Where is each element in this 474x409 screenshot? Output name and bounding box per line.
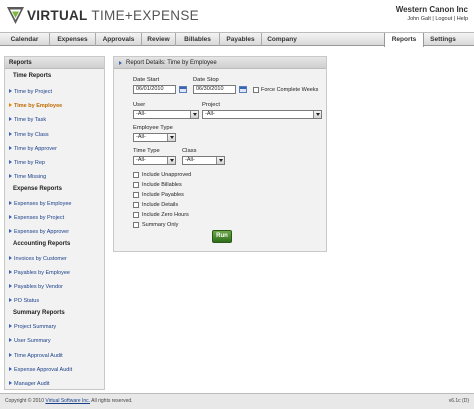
calendar-icon[interactable] (179, 86, 187, 93)
bullet-icon (9, 381, 12, 385)
tab-calendar[interactable]: Calendar (0, 33, 50, 46)
brand-name: VIRTUAL TIME+EXPENSE (27, 8, 199, 23)
page-footer: Copyright © 2010 Virtual Software Inc. A… (0, 393, 474, 409)
tab-billables[interactable]: Billables (176, 33, 220, 46)
bullet-icon (9, 215, 12, 219)
class-label: Class (182, 148, 197, 154)
include-unapproved-checkbox[interactable] (133, 172, 139, 178)
summary-only-checkbox[interactable] (133, 222, 139, 228)
summary-only-label: Summary Only (142, 222, 179, 228)
bullet-icon (9, 146, 12, 150)
bullet-icon (9, 201, 12, 205)
user-select[interactable]: -All- (133, 110, 199, 119)
chevron-down-icon (190, 111, 198, 118)
run-button[interactable]: Run (212, 230, 232, 243)
tab-settings[interactable]: Settings (424, 33, 462, 46)
time-type-select[interactable]: -All- (133, 156, 176, 165)
chevron-down-icon (216, 157, 224, 164)
copyright: Copyright © 2010 Virtual Software Inc. A… (5, 398, 133, 404)
panel-arrow-icon (119, 60, 122, 65)
force-complete-weeks-checkbox[interactable] (253, 87, 259, 93)
include-payables-label: Include Payables (142, 192, 184, 198)
bullet-icon (9, 324, 12, 328)
bullet-icon (9, 160, 12, 164)
include-billables-checkbox[interactable] (133, 182, 139, 188)
include-unapproved-label: Include Unapproved (142, 172, 192, 178)
include-zero-hours-label: Include Zero Hours (142, 212, 189, 218)
company-link[interactable]: Virtual Software Inc. (45, 398, 90, 404)
section-title-expense: Expense Reports (13, 186, 63, 192)
tab-expenses[interactable]: Expenses (50, 33, 96, 46)
app-header: VIRTUAL TIME+EXPENSE Western Canon Inc J… (0, 0, 474, 31)
logo-icon (7, 7, 24, 24)
force-complete-weeks-label: Force Complete Weeks (261, 87, 319, 93)
chevron-down-icon (313, 111, 321, 118)
include-zero-hours-checkbox[interactable] (133, 212, 139, 218)
reports-sidebar: Reports Time Reports Time by Project Tim… (4, 56, 105, 390)
tab-approvals[interactable]: Approvals (96, 33, 142, 46)
bullet-icon (9, 229, 12, 233)
separator: | (432, 16, 434, 22)
section-title-time: Time Reports (13, 73, 52, 79)
bullet-icon (9, 132, 12, 136)
class-select[interactable]: -All- (182, 156, 225, 165)
tab-reports[interactable]: Reports (384, 33, 424, 47)
bullet-icon (9, 298, 12, 302)
bullet-icon (9, 284, 12, 288)
version-label: v6.1c (D) (448, 398, 469, 404)
bullet-icon (9, 338, 12, 342)
bullet-icon (9, 367, 12, 371)
section-title-summary: Summary Reports (13, 310, 65, 316)
company-name: Western Canon Inc (395, 5, 468, 14)
include-billables-label: Include Billables (142, 182, 182, 188)
bullet-icon (9, 117, 12, 121)
user-links: John Galt | Logout | Help (407, 16, 468, 22)
logout-link[interactable]: Logout (435, 16, 452, 22)
user-label: User (133, 102, 146, 108)
bullet-icon (9, 256, 12, 260)
calendar-icon[interactable] (239, 86, 247, 93)
sidebar-title: Reports (5, 57, 104, 69)
separator: | (453, 16, 456, 22)
bullet-icon (9, 353, 12, 357)
project-select[interactable]: -All- (202, 110, 322, 119)
date-stop-input[interactable]: 06/30/2010 (193, 85, 236, 94)
bullet-icon (9, 270, 12, 274)
tab-payables[interactable]: Payables (220, 33, 262, 46)
include-details-checkbox[interactable] (133, 202, 139, 208)
date-start-input[interactable]: 06/01/2010 (133, 85, 176, 94)
help-link[interactable]: Help (457, 16, 468, 22)
employee-type-select[interactable]: -All- (133, 133, 176, 142)
include-details-label: Include Details (142, 202, 179, 208)
project-label: Project (202, 102, 221, 108)
time-type-label: Time Type (133, 148, 160, 154)
section-title-accounting: Accounting Reports (13, 241, 71, 247)
chevron-down-icon (167, 134, 175, 141)
tab-company[interactable]: Company (262, 33, 302, 46)
report-details-panel: Report Details: Time by Employee Date St… (113, 56, 327, 252)
main-nav: Calendar Expenses Approvals Review Billa… (0, 32, 474, 47)
employee-type-label: Employee Type (133, 125, 173, 131)
chevron-down-icon (167, 157, 175, 164)
date-start-label: Date Start (133, 77, 160, 83)
tab-review[interactable]: Review (142, 33, 176, 46)
bullet-icon (9, 174, 12, 178)
date-stop-label: Date Stop (193, 77, 219, 83)
user-name-link[interactable]: John Galt (407, 16, 431, 22)
bullet-icon (9, 89, 12, 93)
panel-title: Report Details: Time by Employee (114, 57, 326, 69)
bullet-icon (9, 103, 12, 107)
include-payables-checkbox[interactable] (133, 192, 139, 198)
